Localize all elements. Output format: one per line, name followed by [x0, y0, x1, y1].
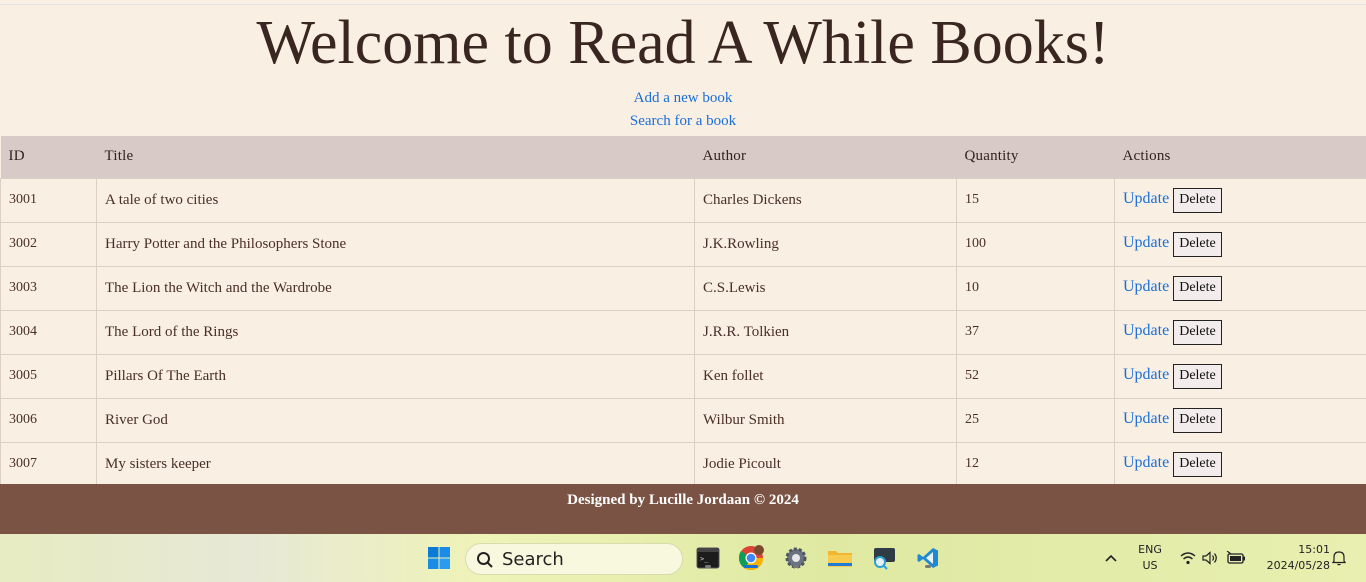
book-quantity: 10	[956, 265, 1115, 311]
table-row: 3003 The Lion the Witch and the Wardrobe…	[0, 265, 1366, 311]
actions-cell: Update Delete	[1114, 177, 1366, 223]
book-author: J.K.Rowling	[694, 221, 957, 267]
add-book-link-label[interactable]: Add a new book	[634, 90, 733, 106]
book-author: Ken follet	[694, 353, 957, 399]
book-title: Harry Potter and the Philosophers Stone	[96, 221, 695, 267]
book-title: The Lion the Witch and the Wardrobe	[96, 265, 695, 311]
book-author: C.S.Lewis	[694, 265, 957, 311]
language-region: US	[1142, 559, 1158, 572]
book-title: A tale of two cities	[96, 177, 695, 223]
settings-icon[interactable]	[782, 544, 810, 572]
table-row: 3001 A tale of two cities Charles Dicken…	[0, 177, 1366, 223]
delete-button[interactable]: Delete	[1173, 407, 1222, 433]
actions-cell: Update Delete	[1114, 309, 1366, 355]
delete-button[interactable]: Delete	[1173, 187, 1222, 213]
top-divider	[0, 4, 1366, 5]
clock[interactable]: 15:01 2024/05/28	[1254, 543, 1330, 572]
windows-taskbar: Search >_ ENG US 15:01 2024/05/28	[0, 534, 1366, 582]
running-indicator	[705, 565, 711, 568]
book-id: 3002	[0, 221, 97, 267]
header-actions: Actions	[1122, 148, 1171, 165]
update-link[interactable]: Update	[1123, 322, 1169, 339]
table-header-row: ID Title Author Quantity Actions	[0, 136, 1366, 178]
clock-time: 15:01	[1298, 543, 1330, 556]
delete-button[interactable]: Delete	[1173, 319, 1222, 345]
book-title: My sisters keeper	[96, 441, 695, 487]
wifi-icon[interactable]	[1178, 544, 1198, 572]
chrome-icon[interactable]	[737, 544, 765, 572]
page-footer: Designed by Lucille Jordaan © 2024	[0, 484, 1366, 534]
header-title: Title	[104, 148, 134, 165]
delete-button[interactable]: Delete	[1173, 275, 1222, 301]
book-id: 3005	[0, 353, 97, 399]
search-label: Search	[502, 549, 564, 570]
delete-button[interactable]: Delete	[1173, 231, 1222, 257]
delete-button[interactable]: Delete	[1173, 451, 1222, 477]
windows-start-icon[interactable]	[425, 544, 453, 572]
table-row: 3005 Pillars Of The Earth Ken follet 52 …	[0, 353, 1366, 399]
book-author: Wilbur Smith	[694, 397, 957, 443]
vscode-icon[interactable]	[914, 544, 942, 572]
update-link[interactable]: Update	[1123, 410, 1169, 427]
taskbar-search[interactable]: Search	[465, 543, 683, 575]
language-indicator[interactable]: ENG US	[1132, 543, 1168, 572]
update-link[interactable]: Update	[1123, 454, 1169, 471]
book-quantity: 15	[956, 177, 1115, 223]
table-row: 3007 My sisters keeper Jodie Picoult 12 …	[0, 441, 1366, 487]
book-quantity: 12	[956, 441, 1115, 487]
book-id: 3007	[0, 441, 97, 487]
update-link[interactable]: Update	[1123, 278, 1169, 295]
update-link[interactable]: Update	[1123, 366, 1169, 383]
book-title: River God	[96, 397, 695, 443]
book-id: 3004	[0, 309, 97, 355]
clock-date: 2024/05/28	[1266, 559, 1330, 572]
table-row: 3006 River God Wilbur Smith 25 Update Del…	[0, 397, 1366, 443]
search-book-link[interactable]: Search for a book	[0, 113, 1366, 130]
file-explorer-icon[interactable]	[826, 544, 854, 572]
header-quantity: Quantity	[964, 148, 1019, 165]
book-id: 3001	[0, 177, 97, 223]
book-quantity: 37	[956, 309, 1115, 355]
table-row: 3004 The Lord of the Rings J.R.R. Tolkie…	[0, 309, 1366, 355]
actions-cell: Update Delete	[1114, 441, 1366, 487]
active-indicator	[744, 565, 758, 568]
book-author: Jodie Picoult	[694, 441, 957, 487]
update-link[interactable]: Update	[1123, 190, 1169, 207]
book-author: Charles Dickens	[694, 177, 957, 223]
book-quantity: 25	[956, 397, 1115, 443]
book-id: 3003	[0, 265, 97, 311]
browser-page: Welcome to Read A While Books! Add a new…	[0, 0, 1366, 582]
page-heading: Welcome to Read A While Books!	[256, 9, 1110, 77]
header-author: Author	[702, 148, 747, 165]
add-book-link[interactable]: Add a new book	[0, 90, 1366, 107]
book-quantity: 100	[956, 221, 1115, 267]
volume-icon[interactable]	[1200, 544, 1220, 572]
actions-cell: Update Delete	[1114, 221, 1366, 267]
actions-cell: Update Delete	[1114, 397, 1366, 443]
chevron-up-icon[interactable]	[1098, 544, 1124, 572]
battery-icon[interactable]	[1224, 544, 1248, 572]
delete-button[interactable]: Delete	[1173, 363, 1222, 389]
footer-credit: Designed by Lucille Jordaan © 2024	[567, 492, 799, 508]
book-title: Pillars Of The Earth	[96, 353, 695, 399]
book-title: The Lord of the Rings	[96, 309, 695, 355]
notification-bell-icon[interactable]	[1330, 544, 1348, 572]
actions-cell: Update Delete	[1114, 353, 1366, 399]
language-code: ENG	[1138, 543, 1162, 556]
books-table: ID Title Author Quantity Actions 3001 A …	[0, 136, 1366, 487]
header-id: ID	[8, 148, 25, 165]
book-id: 3006	[0, 397, 97, 443]
book-author: J.R.R. Tolkien	[694, 309, 957, 355]
remote-desktop-icon[interactable]	[870, 544, 898, 572]
actions-cell: Update Delete	[1114, 265, 1366, 311]
search-book-link-label[interactable]: Search for a book	[630, 113, 736, 129]
running-indicator	[793, 565, 799, 568]
table-row: 3002 Harry Potter and the Philosophers S…	[0, 221, 1366, 267]
running-indicator	[925, 565, 931, 568]
book-quantity: 52	[956, 353, 1115, 399]
svg-text:>_: >_	[700, 555, 709, 563]
search-icon	[476, 551, 494, 573]
update-link[interactable]: Update	[1123, 234, 1169, 251]
terminal-icon[interactable]: >_	[694, 544, 722, 572]
